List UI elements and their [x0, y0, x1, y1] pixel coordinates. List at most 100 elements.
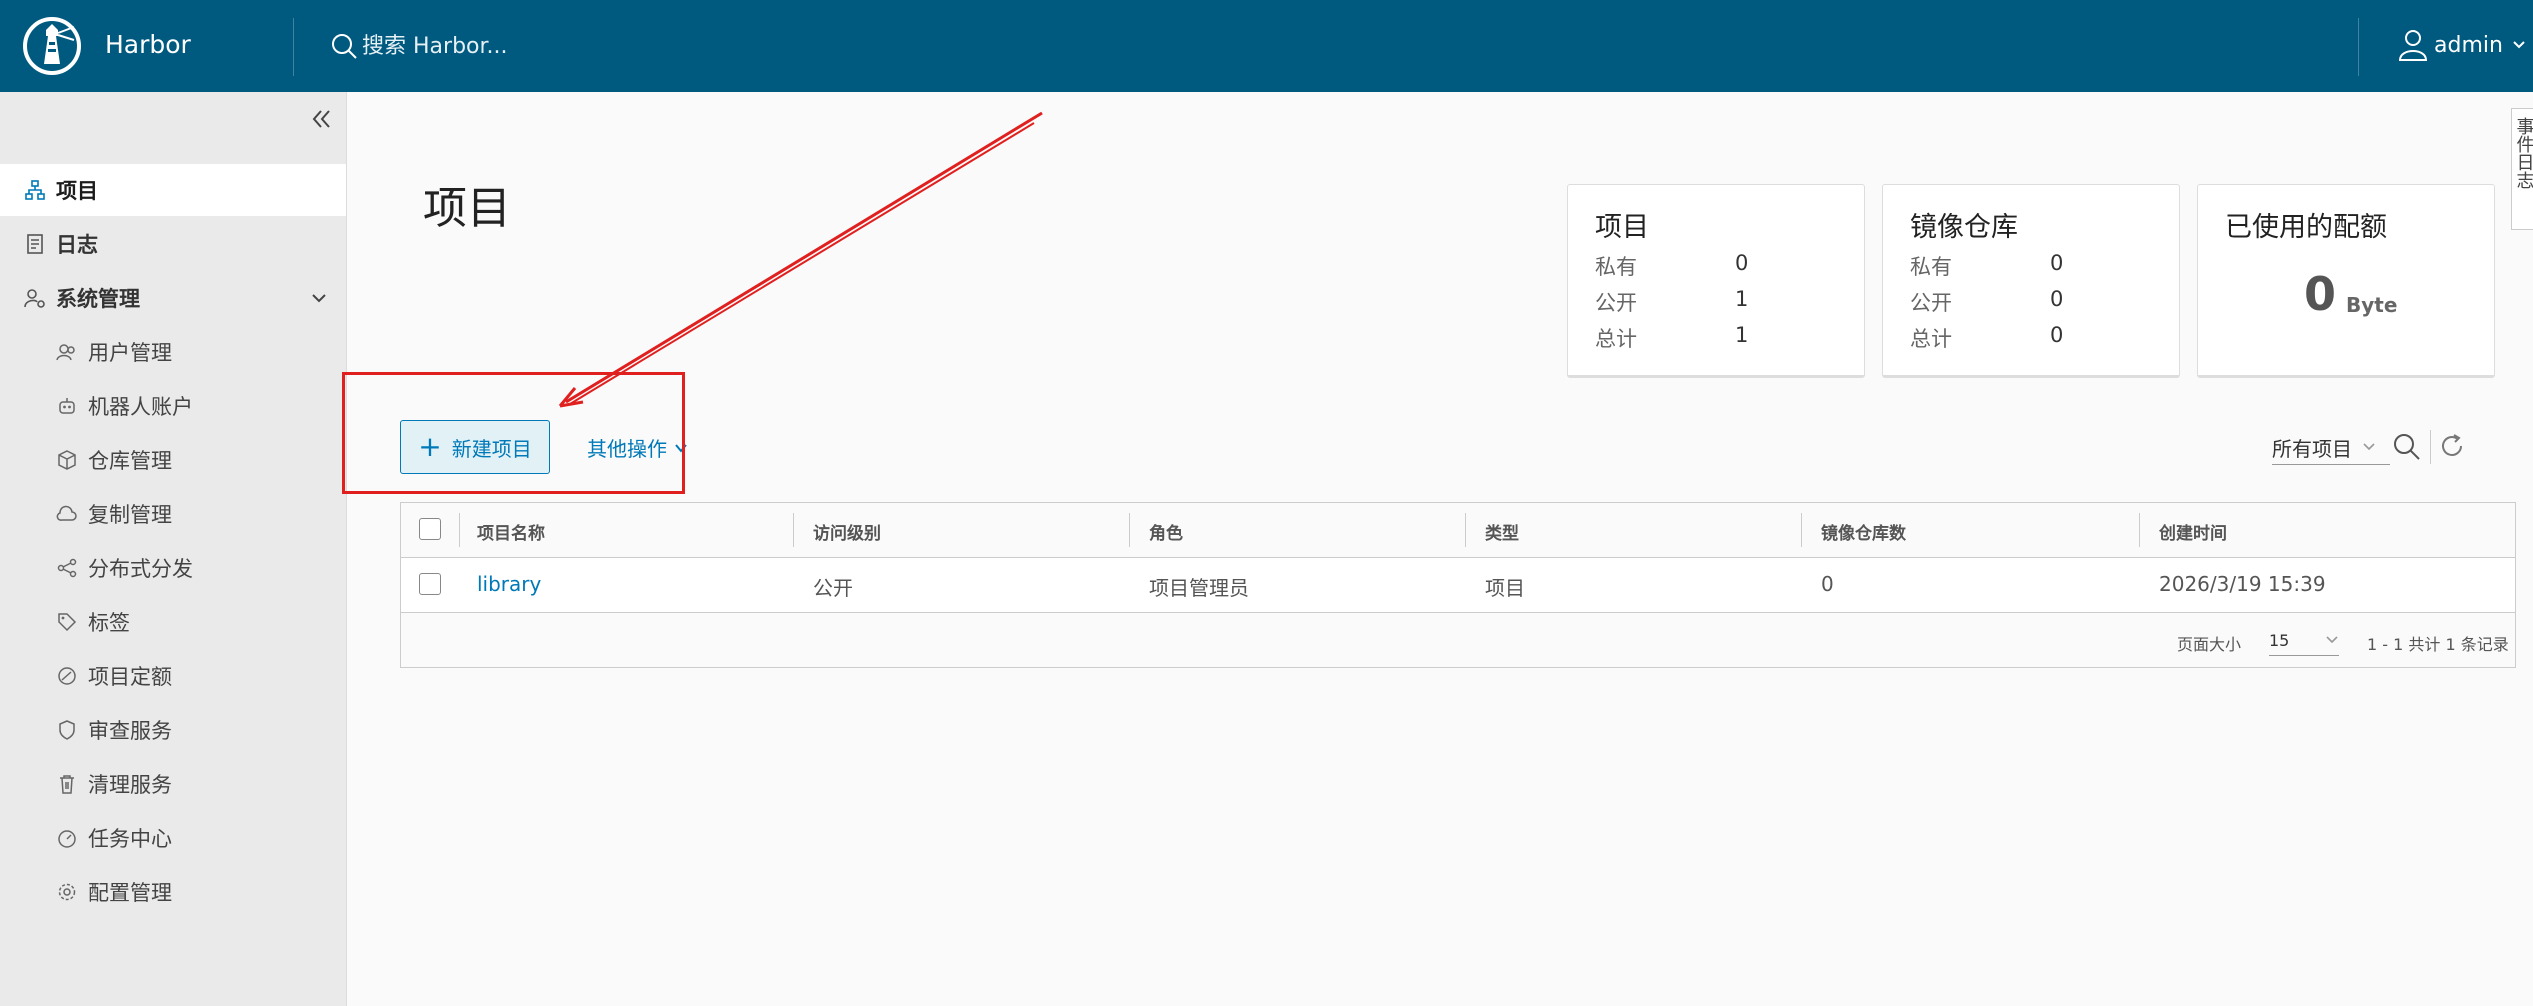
sidebar-item-label: 审查服务: [88, 719, 172, 743]
sidebar-item-registries[interactable]: 仓库管理: [0, 434, 346, 486]
log-icon: [27, 234, 43, 254]
user-icon: [2398, 30, 2428, 61]
filter-value: 所有项目: [2272, 436, 2352, 461]
projects-summary-card: 项目 私有 0 公开 1 总计 1: [1567, 184, 1865, 378]
card-row-label: 公开: [1910, 291, 1952, 315]
sidebar-item-users[interactable]: 用户管理: [0, 326, 346, 378]
repositories-summary-card: 镜像仓库 私有 0 公开 0 总计 0: [1882, 184, 2180, 378]
project-name-link[interactable]: library: [477, 572, 541, 596]
card-row-label: 私有: [1910, 255, 1952, 279]
refresh-icon[interactable]: [2438, 432, 2466, 460]
card-row-value: 1: [1735, 287, 1749, 311]
table-row[interactable]: library 公开 项目管理员 项目 0 2026/3/19 15:39: [401, 558, 2515, 613]
card-row-value: 0: [2050, 251, 2064, 275]
column-divider: [793, 513, 794, 547]
cell-created: 2026/3/19 15:39: [2159, 572, 2326, 596]
page-size-label: 页面大小: [2177, 635, 2242, 654]
sidebar-item-replications[interactable]: 复制管理: [0, 488, 346, 540]
more-actions-label: 其他操作: [587, 437, 667, 461]
sidebar-item-label: 日志: [56, 233, 98, 257]
sidebar-item-gc[interactable]: 清理服务: [0, 758, 346, 810]
brand-name[interactable]: Harbor: [105, 30, 191, 59]
card-row-label: 私有: [1595, 255, 1637, 279]
project-icon: [25, 180, 45, 200]
speedometer-icon: [58, 830, 76, 848]
header-divider: [2358, 18, 2359, 76]
chevron-down-icon: [675, 443, 687, 453]
page-size-select[interactable]: 15: [2269, 625, 2339, 656]
chevron-down-icon: [312, 294, 326, 303]
card-title: 已使用的配额: [2225, 212, 2387, 243]
global-search[interactable]: [330, 28, 930, 64]
project-filter-select[interactable]: 所有项目: [2272, 430, 2390, 465]
quota-value: 0: [2304, 267, 2337, 321]
quota-unit: Byte: [2346, 293, 2398, 317]
cell-repo-count: 0: [1821, 572, 1834, 596]
new-project-button[interactable]: + 新建项目: [400, 420, 550, 474]
sidebar-item-labels[interactable]: 标签: [0, 596, 346, 648]
chevron-down-icon: [2363, 443, 2375, 451]
sidebar-item-label: 复制管理: [88, 503, 172, 527]
sidebar-item-label: 分布式分发: [88, 557, 193, 581]
sidebar-item-label: 系统管理: [56, 287, 140, 311]
cell-role: 项目管理员: [1149, 576, 1249, 600]
collapse-sidebar-icon[interactable]: [308, 106, 334, 132]
search-input[interactable]: [362, 33, 882, 59]
sidebar-item-label: 任务中心: [88, 827, 172, 851]
chevron-down-icon: [2513, 41, 2525, 49]
event-log-tab[interactable]: 事件日志: [2511, 108, 2533, 230]
projects-table: 项目名称 访问级别 角色 类型 镜像仓库数 创建时间 library 公开 项目…: [400, 502, 2516, 668]
sidebar-item-admin[interactable]: 系统管理: [0, 272, 346, 324]
column-header-created[interactable]: 创建时间: [2159, 519, 2227, 544]
row-checkbox[interactable]: [419, 573, 441, 595]
column-divider: [1801, 513, 1802, 547]
plus-icon: +: [418, 430, 442, 463]
column-divider: [1129, 513, 1130, 547]
search-icon: [332, 34, 357, 59]
search-icon[interactable]: [2392, 432, 2422, 462]
table-header: 项目名称 访问级别 角色 类型 镜像仓库数 创建时间: [401, 503, 2515, 558]
toolbar-divider: [2430, 430, 2431, 464]
sidebar-item-job-service[interactable]: 任务中心: [0, 812, 346, 864]
sidebar-item-label: 项目: [56, 179, 98, 203]
sidebar-item-configuration[interactable]: 配置管理: [0, 866, 346, 918]
sidebar-item-label: 仓库管理: [88, 449, 172, 473]
sidebar-item-interrogation[interactable]: 审查服务: [0, 704, 346, 756]
header-divider: [293, 18, 294, 76]
table-footer: 页面大小 15 1 - 1 共计 1 条记录: [401, 613, 2515, 667]
sidebar: 项目 日志 系统管理 用户管理 机器人账户 仓库管理 复制管理 分布式分发 标签…: [0, 92, 347, 1006]
column-header-name[interactable]: 项目名称: [477, 519, 545, 544]
admin-gear-icon: [24, 289, 45, 308]
column-header-type[interactable]: 类型: [1485, 519, 1519, 544]
sidebar-item-quotas[interactable]: 项目定额: [0, 650, 346, 702]
sidebar-item-robot-accounts[interactable]: 机器人账户: [0, 380, 346, 432]
column-divider: [2139, 513, 2140, 547]
share-icon: [57, 558, 77, 578]
harbor-logo-icon[interactable]: [22, 16, 82, 76]
column-header-repo-count[interactable]: 镜像仓库数: [1821, 519, 1906, 544]
sidebar-item-projects[interactable]: 项目: [0, 164, 346, 216]
sidebar-item-label: 机器人账户: [88, 395, 193, 419]
record-count: 1 - 1 共计 1 条记录: [2367, 635, 2509, 654]
page-title: 项目: [423, 183, 511, 234]
cell-access: 公开: [813, 576, 853, 600]
sidebar-item-label: 项目定额: [88, 665, 172, 689]
card-row-value: 1: [1735, 323, 1749, 347]
column-header-access[interactable]: 访问级别: [813, 519, 881, 544]
cell-type: 项目: [1485, 576, 1525, 600]
card-row-label: 公开: [1595, 291, 1637, 315]
tag-icon: [58, 613, 77, 632]
column-divider: [459, 513, 460, 547]
more-actions-dropdown[interactable]: 其他操作: [587, 433, 689, 462]
card-title: 镜像仓库: [1910, 212, 2018, 243]
select-all-checkbox[interactable]: [419, 518, 441, 540]
column-header-role[interactable]: 角色: [1149, 519, 1183, 544]
user-menu[interactable]: admin: [2398, 28, 2533, 62]
quota-summary-card: 已使用的配额 0 Byte: [2197, 184, 2495, 378]
sidebar-item-logs[interactable]: 日志: [0, 218, 346, 270]
card-row-value: 0: [1735, 251, 1749, 275]
chevron-down-icon: [2326, 636, 2338, 644]
shield-icon: [59, 720, 75, 740]
page-size-value: 15: [2269, 630, 2290, 650]
sidebar-item-distributions[interactable]: 分布式分发: [0, 542, 346, 594]
